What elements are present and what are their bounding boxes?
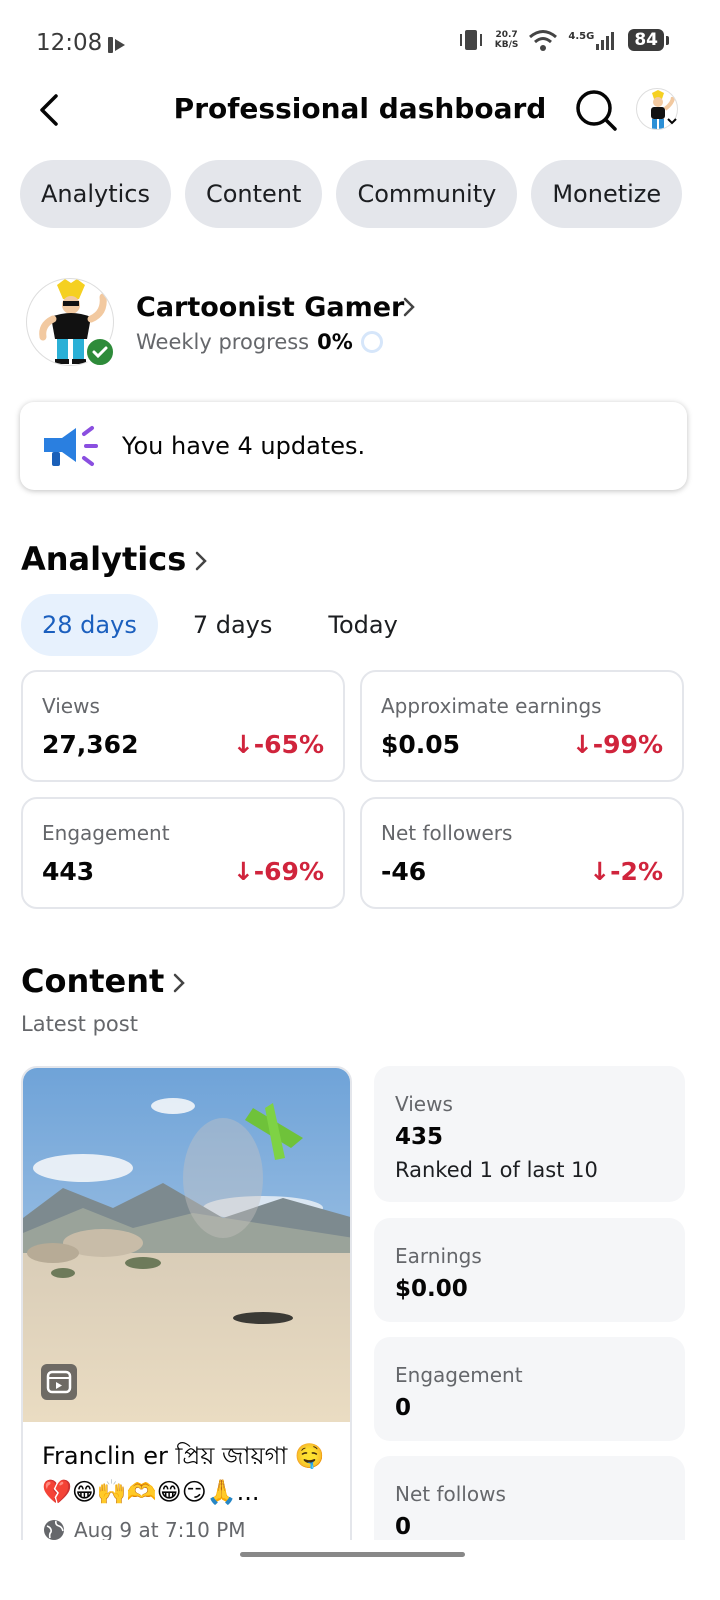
stat-value: 443 <box>42 857 95 886</box>
stat-delta: ↓-69% <box>232 857 324 886</box>
metric-value: 0 <box>395 1514 412 1540</box>
metric-label: Net follows <box>395 1482 506 1506</box>
section-chips: Analytics Content Community Monetize <box>20 160 683 228</box>
post-date: Aug 9 at 7:10 PM <box>74 1518 246 1542</box>
battery-indicator: 84 <box>628 29 669 51</box>
metric-label: Engagement <box>395 1363 523 1387</box>
chip-content[interactable]: Content <box>184 160 323 228</box>
weekly-progress: Weekly progress 0% <box>136 330 383 354</box>
stat-value: -46 <box>381 857 427 886</box>
chip-analytics[interactable]: Analytics <box>20 160 171 228</box>
stat-delta: ↓-2% <box>589 857 663 886</box>
chevron-down-icon[interactable] <box>666 116 678 126</box>
stat-label: Approximate earnings <box>381 694 602 718</box>
status-icons: 20.7 KB/S 4.5G 84 <box>457 28 669 52</box>
stat-card-engagement[interactable]: Engagement 443 ↓-69% <box>21 797 345 909</box>
metric-value: $0.00 <box>395 1276 468 1302</box>
metric-value: 0 <box>395 1395 412 1421</box>
stat-delta: ↓-65% <box>232 730 324 759</box>
tab-7-days[interactable]: 7 days <box>172 594 294 656</box>
stat-value: 27,362 <box>42 730 139 759</box>
home-indicator[interactable] <box>240 1552 465 1557</box>
cell-signal: 4.5G <box>568 30 618 50</box>
content-title[interactable]: Content <box>21 962 164 1000</box>
verified-badge-icon <box>84 336 116 368</box>
wifi-icon <box>529 30 558 51</box>
post-metric-earnings[interactable]: Earnings $0.00 <box>374 1218 685 1322</box>
stat-card-net-followers[interactable]: Net followers -46 ↓-2% <box>360 797 684 909</box>
chevron-right-icon[interactable] <box>194 550 208 572</box>
bottom-system-area <box>0 1540 720 1600</box>
vibrate-icon <box>459 30 482 50</box>
status-bar: 12:08 20.7 KB/S 4.5G 84 <box>0 0 720 90</box>
profile-summary[interactable]: Cartoonist Gamer Weekly progress 0% <box>26 278 706 370</box>
post-metric-engagement[interactable]: Engagement 0 <box>374 1337 685 1441</box>
time-range-tabs: 28 days 7 days Today <box>21 594 433 656</box>
megaphone-icon <box>44 426 98 466</box>
chip-monetize[interactable]: Monetize <box>531 160 683 228</box>
signal-label: 4.5G <box>568 31 595 42</box>
weekly-progress-label: Weekly progress <box>136 330 310 354</box>
metric-value: 435 <box>395 1124 444 1150</box>
stat-card-earnings[interactable]: Approximate earnings $0.05 ↓-99% <box>360 670 684 782</box>
reel-icon <box>41 1364 77 1400</box>
metric-rank-note: Ranked 1 of last 10 <box>395 1158 598 1182</box>
app-header: Professional dashboard <box>0 80 720 140</box>
stat-label: Views <box>42 694 100 718</box>
metric-label: Views <box>395 1092 453 1116</box>
post-meta: Aug 9 at 7:10 PM <box>42 1518 246 1542</box>
stat-delta: ↓-99% <box>571 730 663 759</box>
search-icon[interactable] <box>574 88 618 132</box>
latest-post-label: Latest post <box>21 1012 138 1036</box>
screen-record-icon <box>108 37 125 53</box>
status-time: 12:08 <box>36 30 103 56</box>
chevron-right-icon[interactable] <box>172 972 186 994</box>
metric-label: Earnings <box>395 1244 482 1268</box>
chip-community[interactable]: Community <box>336 160 518 228</box>
progress-ring-icon <box>360 331 383 353</box>
stat-label: Engagement <box>42 821 170 845</box>
chevron-right-icon[interactable] <box>402 296 416 318</box>
globe-icon <box>44 1520 64 1540</box>
stat-value: $0.05 <box>381 730 461 759</box>
profile-name[interactable]: Cartoonist Gamer <box>136 292 404 323</box>
updates-card[interactable]: You have 4 updates. <box>20 402 687 490</box>
analytics-title[interactable]: Analytics <box>21 540 186 578</box>
latest-post-card[interactable]: Franclin er প্রিয় জায়গা 🤤💔😁🙌🫶😁😏🙏... Au… <box>21 1066 352 1600</box>
post-caption: Franclin er প্রিয় জায়গা 🤤💔😁🙌🫶😁😏🙏... <box>42 1442 325 1506</box>
signal-bars-icon <box>596 32 615 50</box>
weekly-progress-value: 0% <box>317 330 353 354</box>
updates-text: You have 4 updates. <box>122 432 366 460</box>
post-metric-views[interactable]: Views 435 Ranked 1 of last 10 <box>374 1066 685 1202</box>
stat-label: Net followers <box>381 821 513 845</box>
tab-today[interactable]: Today <box>307 594 418 656</box>
stat-card-views[interactable]: Views 27,362 ↓-65% <box>21 670 345 782</box>
net-speed: 20.7 KB/S <box>494 30 519 50</box>
tab-28-days[interactable]: 28 days <box>21 594 158 656</box>
